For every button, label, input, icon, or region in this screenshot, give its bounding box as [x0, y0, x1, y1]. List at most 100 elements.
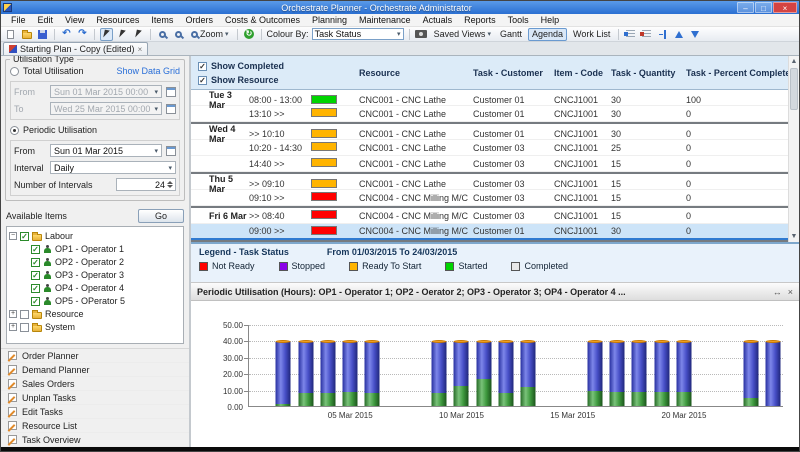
calendar-icon[interactable]: [166, 87, 176, 97]
menu-item-actuals[interactable]: Actuals: [417, 14, 459, 27]
periodic-from-field[interactable]: Sun 01 Mar 2015 ▾: [50, 144, 162, 157]
tree-checkbox[interactable]: ✓: [31, 297, 40, 306]
minimize-button[interactable]: –: [737, 2, 754, 13]
column-header-task-quantity[interactable]: Task - Quantity: [611, 68, 686, 78]
tab-close-icon[interactable]: ×: [138, 45, 143, 54]
menu-item-orders[interactable]: Orders: [179, 14, 219, 27]
show-data-grid-link[interactable]: Show Data Grid: [116, 66, 180, 76]
gantt-view-button[interactable]: Gantt: [497, 28, 525, 41]
nav-item-demand-planner[interactable]: Demand Planner: [1, 363, 189, 377]
calendar-icon[interactable]: [166, 146, 176, 156]
spin-down-icon[interactable]: [167, 185, 173, 188]
tree-expander-icon[interactable]: +: [9, 323, 17, 331]
maximize-button[interactable]: □: [755, 2, 772, 13]
menu-item-items[interactable]: Items: [145, 14, 179, 27]
table-row[interactable]: 13:10 >>CNC001 - CNC LatheCustomer 01CNC…: [191, 106, 799, 122]
spin-up-icon[interactable]: [167, 181, 173, 184]
select-mode-button[interactable]: [100, 28, 113, 41]
number-of-intervals-field[interactable]: 24: [116, 178, 176, 191]
table-row[interactable]: Thu 5 Mar>> 09:10CNC001 - CNC LatheCusto…: [191, 174, 799, 190]
zoom-out-button[interactable]: [172, 28, 185, 41]
tree-checkbox[interactable]: [20, 323, 29, 332]
menu-item-resources[interactable]: Resources: [90, 14, 145, 27]
menu-item-reports[interactable]: Reports: [458, 14, 502, 27]
indent-button[interactable]: [640, 28, 653, 41]
column-header-item-code[interactable]: Item - Code: [554, 68, 611, 78]
tree-checkbox[interactable]: ✓: [20, 232, 29, 241]
close-button[interactable]: ×: [773, 2, 797, 13]
move-to-button[interactable]: [656, 28, 669, 41]
column-header-task-percent-completed[interactable]: Task - Percent Completed: [686, 68, 799, 78]
chart-close-button[interactable]: ×: [788, 287, 793, 297]
tree-node-op1-operator-1[interactable]: ✓OP1 - Operator 1: [9, 243, 181, 255]
nav-item-task-overview[interactable]: Task Overview: [1, 433, 189, 447]
tree-checkbox[interactable]: ✓: [31, 245, 40, 254]
open-button[interactable]: [20, 28, 33, 41]
table-row[interactable]: 10:20 - 14:30CNC001 - CNC LatheCustomer …: [191, 140, 799, 156]
zoom-in-button[interactable]: [156, 28, 169, 41]
number-stepper[interactable]: [166, 179, 174, 190]
scroll-up-button[interactable]: ▲: [789, 56, 799, 67]
menu-item-tools[interactable]: Tools: [502, 14, 535, 27]
table-row[interactable]: Tue 3 Mar08:00 - 13:00CNC001 - CNC Lathe…: [191, 90, 799, 106]
nav-item-unplan-tasks[interactable]: Unplan Tasks: [1, 391, 189, 405]
tab-starting-plan[interactable]: Starting Plan - Copy (Edited) ×: [3, 42, 148, 55]
snapshot-button[interactable]: [415, 28, 428, 41]
show-completed-toggle[interactable]: ✓ Show Completed: [198, 59, 284, 73]
scrollbar-thumb[interactable]: [790, 68, 798, 110]
total-to-field[interactable]: Wed 25 Mar 2015 00:00 ▾: [50, 102, 162, 115]
outdent-button[interactable]: [624, 28, 637, 41]
vertical-scrollbar[interactable]: ▲ ▼: [788, 56, 799, 242]
interval-select[interactable]: Daily ▾: [50, 161, 176, 174]
total-utilisation-radio[interactable]: [10, 67, 19, 76]
tree-checkbox[interactable]: ✓: [31, 258, 40, 267]
tree-node-resource[interactable]: +Resource: [9, 308, 181, 320]
multi-select-button[interactable]: [116, 28, 129, 41]
menu-item-planning[interactable]: Planning: [306, 14, 353, 27]
refresh-button[interactable]: ↻: [243, 28, 256, 41]
show-resource-toggle[interactable]: ✓ Show Resource: [198, 73, 284, 87]
nav-item-order-planner[interactable]: Order Planner: [1, 349, 189, 363]
tree-node-op2-operator-2[interactable]: ✓OP2 - Operator 2: [9, 256, 181, 268]
move-down-button[interactable]: [688, 28, 701, 41]
colour-by-select[interactable]: Task Status ▾: [312, 28, 404, 40]
nav-item-resource-list[interactable]: Resource List: [1, 419, 189, 433]
menu-item-maintenance[interactable]: Maintenance: [353, 14, 417, 27]
go-button[interactable]: Go: [138, 209, 184, 223]
table-row[interactable]: 09:00 >>CNC004 - CNC Milling M/CCustomer…: [191, 224, 799, 240]
scroll-down-button[interactable]: ▼: [789, 231, 799, 242]
table-row[interactable]: 09:10 >>CNC004 - CNC Milling M/CCustomer…: [191, 190, 799, 206]
tree-node-op4-operator-4[interactable]: ✓OP4 - Operator 4: [9, 282, 181, 294]
tree-node-op5-operator-5[interactable]: ✓OP5 - OPerator 5: [9, 295, 181, 307]
periodic-utilisation-radio[interactable]: [10, 126, 19, 135]
tree-node-labour[interactable]: −✓Labour: [9, 230, 181, 242]
total-from-field[interactable]: Sun 01 Mar 2015 00:00 ▾: [50, 85, 162, 98]
menu-item-help[interactable]: Help: [535, 14, 566, 27]
table-row[interactable]: Fri 6 Mar>> 08:40CNC004 - CNC Milling M/…: [191, 208, 799, 224]
checkbox-icon[interactable]: ✓: [198, 62, 207, 71]
menu-item-view[interactable]: View: [59, 14, 90, 27]
tree-node-system[interactable]: +System: [9, 321, 181, 333]
save-button[interactable]: [36, 28, 49, 41]
column-header-task-customer[interactable]: Task - Customer: [473, 68, 554, 78]
saved-views-button[interactable]: Saved Views ▾: [431, 28, 494, 41]
tree-node-op3-operator-3[interactable]: ✓OP3 - Operator 3: [9, 269, 181, 281]
work-list-view-button[interactable]: Work List: [570, 28, 613, 41]
menu-item-edit[interactable]: Edit: [32, 14, 60, 27]
tree-checkbox[interactable]: ✓: [31, 271, 40, 280]
calendar-icon[interactable]: [166, 104, 176, 114]
redo-button[interactable]: ↷: [76, 28, 89, 41]
column-header-resource[interactable]: Resource: [359, 68, 473, 78]
tree-checkbox[interactable]: ✓: [31, 284, 40, 293]
agenda-view-button[interactable]: Agenda: [528, 28, 567, 41]
menu-item-file[interactable]: File: [5, 14, 32, 27]
tree-expander-icon[interactable]: +: [9, 310, 17, 318]
task-select-button[interactable]: [132, 28, 145, 41]
tree-checkbox[interactable]: [20, 310, 29, 319]
tree-expander-icon[interactable]: −: [9, 232, 17, 240]
move-up-button[interactable]: [672, 28, 685, 41]
new-plan-button[interactable]: [4, 28, 17, 41]
table-row[interactable]: 14:40 >>CNC001 - CNC LatheCustomer 03CNC…: [191, 156, 799, 172]
menu-item-costs-outcomes[interactable]: Costs & Outcomes: [219, 14, 306, 27]
checkbox-icon[interactable]: ✓: [198, 76, 207, 85]
